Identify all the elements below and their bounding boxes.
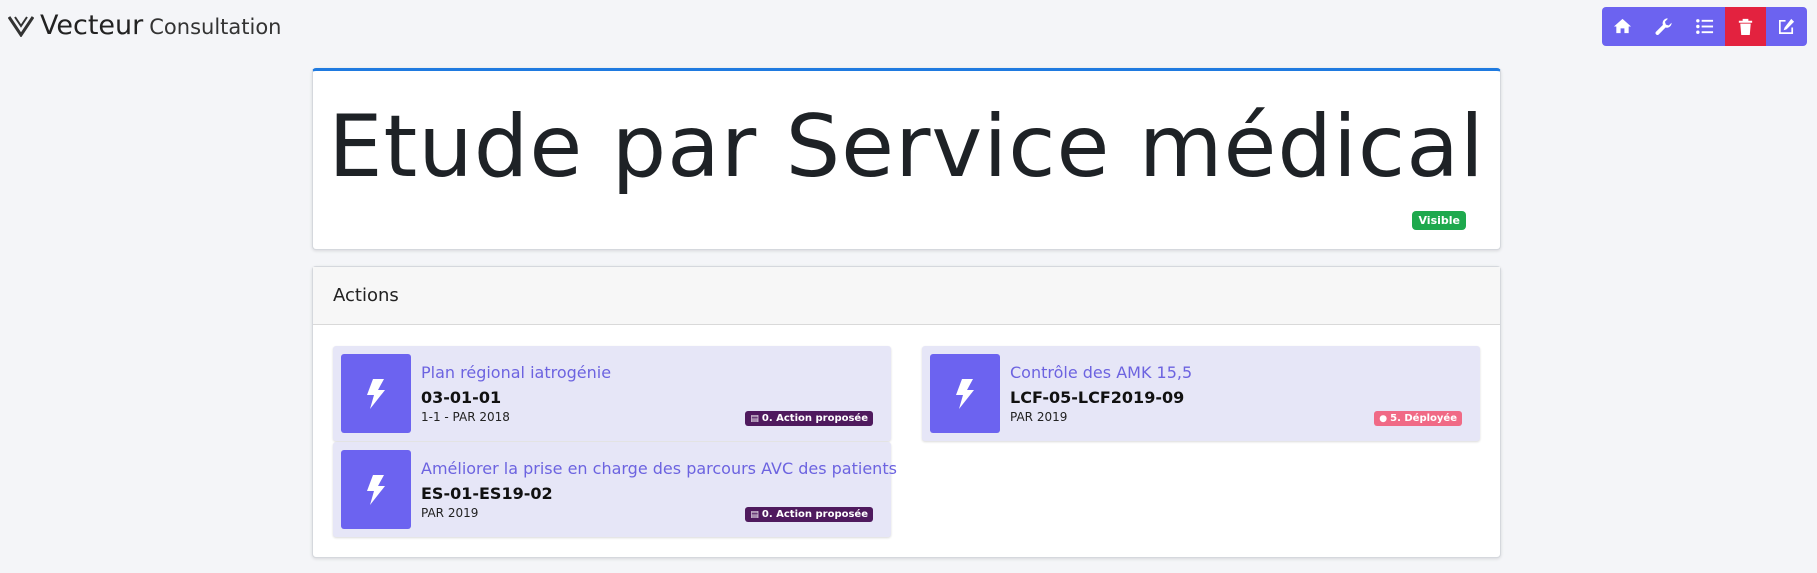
status-label: 0. Action proposée bbox=[761, 509, 868, 520]
delete-button[interactable] bbox=[1725, 7, 1766, 46]
status-label: 0. Action proposée bbox=[761, 413, 868, 424]
edit-button[interactable] bbox=[1766, 7, 1807, 46]
action-tile bbox=[341, 354, 411, 433]
action-item[interactable]: Améliorer la prise en charge des parcour… bbox=[333, 442, 897, 537]
action-tile bbox=[341, 450, 411, 529]
bolt-icon bbox=[367, 474, 385, 505]
action-code: ES-01-ES19-02 bbox=[421, 484, 553, 503]
action-title[interactable]: Contrôle des AMK 15,5 bbox=[1010, 363, 1192, 382]
toolbar bbox=[1602, 7, 1807, 46]
home-icon bbox=[1613, 18, 1632, 34]
status-badge: ● 5. Déployée bbox=[1374, 411, 1462, 426]
action-code: LCF-05-LCF2019-09 bbox=[1010, 388, 1185, 407]
page-title: Etude par Service médical bbox=[328, 97, 1485, 197]
title-card: Etude par Service médical Visible bbox=[312, 68, 1501, 250]
action-tile bbox=[930, 354, 1000, 433]
status-badge: ▤ 0. Action proposée bbox=[745, 507, 873, 522]
brand-subtitle: Consultation bbox=[149, 15, 282, 39]
settings-button[interactable] bbox=[1643, 7, 1684, 46]
trash-icon bbox=[1738, 18, 1753, 36]
home-button[interactable] bbox=[1602, 7, 1643, 46]
vecteur-logo-icon bbox=[8, 16, 34, 37]
list-button[interactable] bbox=[1684, 7, 1725, 46]
wrench-icon bbox=[1655, 18, 1672, 35]
deployed-icon: ● bbox=[1379, 413, 1388, 424]
action-item[interactable]: Contrôle des AMK 15,5 LCF-05-LCF2019-09 … bbox=[922, 346, 1480, 441]
bolt-icon bbox=[956, 378, 974, 409]
status-badge: ▤ 0. Action proposée bbox=[745, 411, 873, 426]
action-title[interactable]: Plan régional iatrogénie bbox=[421, 363, 611, 382]
visibility-badge: Visible bbox=[1412, 211, 1466, 230]
actions-card: Actions Plan régional iatrogénie 03-01-0… bbox=[312, 266, 1501, 558]
action-meta: 1-1 - PAR 2018 bbox=[421, 410, 510, 424]
action-meta: PAR 2019 bbox=[1010, 410, 1068, 424]
action-code: 03-01-01 bbox=[421, 388, 502, 407]
list-icon bbox=[1696, 19, 1714, 34]
edit-icon bbox=[1778, 18, 1795, 35]
status-label: 5. Déployée bbox=[1390, 413, 1457, 424]
bolt-icon bbox=[367, 378, 385, 409]
brand-name: Vecteur bbox=[40, 10, 144, 41]
document-icon: ▤ bbox=[750, 509, 759, 520]
brand[interactable]: Vecteur Consultation bbox=[8, 10, 281, 41]
action-title[interactable]: Améliorer la prise en charge des parcour… bbox=[421, 459, 897, 478]
action-meta: PAR 2019 bbox=[421, 506, 479, 520]
action-item[interactable]: Plan régional iatrogénie 03-01-01 1-1 - … bbox=[333, 346, 891, 441]
actions-header: Actions bbox=[313, 267, 1500, 325]
document-icon: ▤ bbox=[750, 413, 759, 424]
